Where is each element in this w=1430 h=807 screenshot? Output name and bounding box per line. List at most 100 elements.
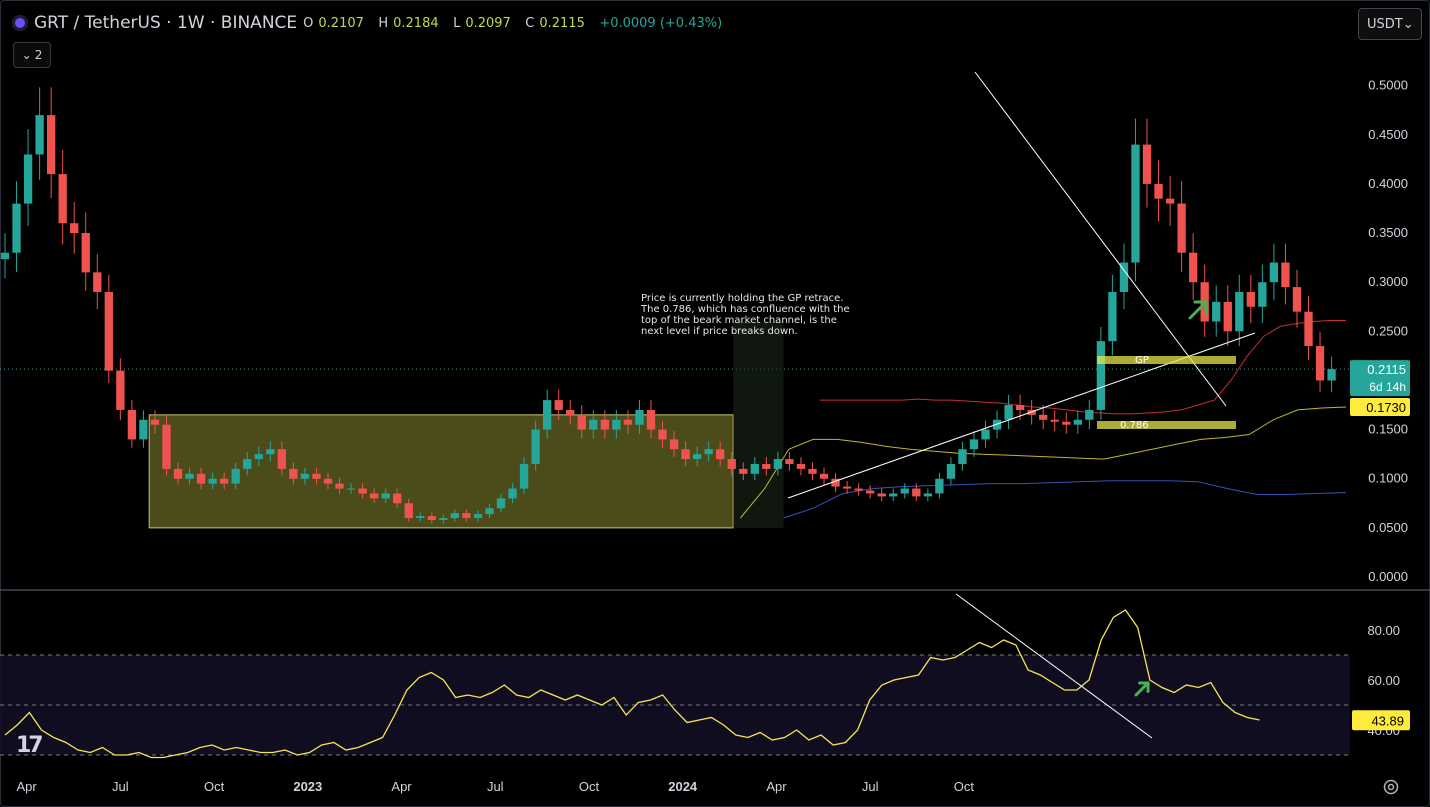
- candle-body: [127, 409, 137, 440]
- candle-body: [393, 493, 402, 504]
- candle: [969, 431, 979, 457]
- chevron-down-icon: ⌄: [21, 48, 32, 62]
- candle-body: [196, 473, 206, 484]
- candle-body: [508, 488, 517, 499]
- ma-red-line: [819, 320, 1346, 415]
- candle-body: [1223, 301, 1232, 332]
- open-label: O: [303, 16, 314, 31]
- candle-body: [266, 449, 275, 455]
- candle-body: [1039, 414, 1048, 420]
- price-badge-value: 0.1730: [1366, 400, 1406, 415]
- time-tick-label: Oct: [954, 779, 975, 794]
- close-label: C: [525, 16, 535, 31]
- rsi-tick-label: 60.00: [1367, 673, 1400, 688]
- candle-body: [981, 429, 990, 440]
- symbol-title[interactable]: GRT / TetherUS · 1W · BINANCE: [34, 13, 297, 33]
- candle: [946, 457, 956, 485]
- candle: [785, 452, 794, 471]
- candle: [70, 202, 79, 254]
- candle-body: [450, 513, 460, 519]
- candle: [1062, 412, 1071, 434]
- candle-body: [658, 429, 667, 440]
- candle-body: [485, 508, 494, 515]
- candle-body: [12, 203, 21, 253]
- candle-body: [900, 488, 909, 494]
- time-tick-label: Oct: [579, 779, 600, 794]
- tradingview-logo-icon[interactable]: 17: [16, 733, 44, 758]
- candle-body: [842, 486, 852, 489]
- candle-body: [704, 449, 713, 455]
- annotation-note-line: Price is currently holding the GP retrac…: [641, 293, 844, 304]
- candle: [1096, 327, 1106, 420]
- time-tick-label: 2024: [668, 779, 698, 794]
- open-value: 0.2107: [318, 16, 364, 31]
- price-tick-label: 0.3500: [1368, 225, 1408, 240]
- candle-body: [173, 468, 183, 479]
- candle-body: [162, 424, 171, 469]
- price-tick-label: 0.3000: [1368, 274, 1408, 289]
- candle: [808, 462, 817, 481]
- candle: [1085, 399, 1094, 430]
- candle: [1281, 243, 1290, 305]
- candle-body: [935, 478, 944, 494]
- candle-body: [646, 409, 656, 430]
- price-badge-value: 0.2115: [1367, 362, 1406, 377]
- candle-body: [439, 518, 448, 521]
- candle: [23, 129, 33, 226]
- candle: [1304, 295, 1313, 360]
- candle-body: [923, 493, 932, 497]
- candle-body: [104, 292, 113, 371]
- candle: [58, 149, 67, 245]
- ohlc-values: O 0.2107 H 0.2184 L 0.2097 C 0.2115 +0.0009 …: [303, 15, 727, 31]
- candle-body: [185, 473, 194, 479]
- candle-body: [1292, 287, 1302, 312]
- candle-body: [496, 498, 506, 509]
- candle: [1269, 243, 1279, 300]
- candle-body: [23, 154, 33, 204]
- candle: [1292, 269, 1302, 328]
- price-tick-label: 0.1000: [1368, 471, 1408, 486]
- candle-body: [300, 473, 310, 479]
- fib-786-zone: [1097, 421, 1236, 429]
- candle-body: [1015, 405, 1025, 410]
- candle: [1050, 410, 1059, 432]
- candle-body: [1096, 341, 1106, 410]
- candle: [1154, 160, 1163, 222]
- candle: [104, 274, 113, 384]
- candle-body: [462, 513, 471, 519]
- candle-body: [854, 488, 863, 491]
- currency-label: USDT: [1367, 16, 1403, 32]
- candle-body: [1189, 252, 1198, 283]
- price-tick-label: 0.0000: [1368, 569, 1408, 584]
- settings-gear-icon[interactable]: [1382, 778, 1400, 796]
- candle-body: [1085, 409, 1094, 420]
- candle-body: [1154, 183, 1163, 199]
- candle-body: [369, 493, 379, 499]
- candle-body: [958, 449, 967, 464]
- candle: [1142, 118, 1152, 208]
- candle-body: [519, 463, 529, 489]
- candle: [935, 472, 944, 499]
- candle-body: [1073, 419, 1082, 425]
- price-tick-label: 0.0500: [1368, 520, 1408, 535]
- candle-body: [0, 252, 10, 260]
- time-tick-label: Oct: [204, 779, 225, 794]
- candle: [1165, 175, 1175, 226]
- candle-body: [1050, 419, 1059, 422]
- candle: [93, 254, 102, 310]
- candle-body: [416, 516, 425, 519]
- currency-selector[interactable]: USDT ⌄: [1358, 8, 1422, 40]
- candle-body: [1246, 292, 1255, 307]
- candle-body: [473, 514, 483, 519]
- chart-canvas[interactable]: GP 0.786 Price is currently holding the GP…: [0, 0, 1430, 807]
- candle-body: [1327, 369, 1336, 381]
- candle-body: [335, 483, 344, 489]
- rsi-current-value: 43.89: [1371, 713, 1404, 728]
- candle: [981, 420, 990, 448]
- candle-body: [1108, 292, 1117, 342]
- collapse-indicators-button[interactable]: ⌄ 2: [13, 42, 51, 68]
- time-tick-label: Jul: [112, 779, 129, 794]
- candle: [1235, 274, 1244, 347]
- low-value: 0.2097: [465, 16, 511, 31]
- candle-body: [946, 463, 956, 479]
